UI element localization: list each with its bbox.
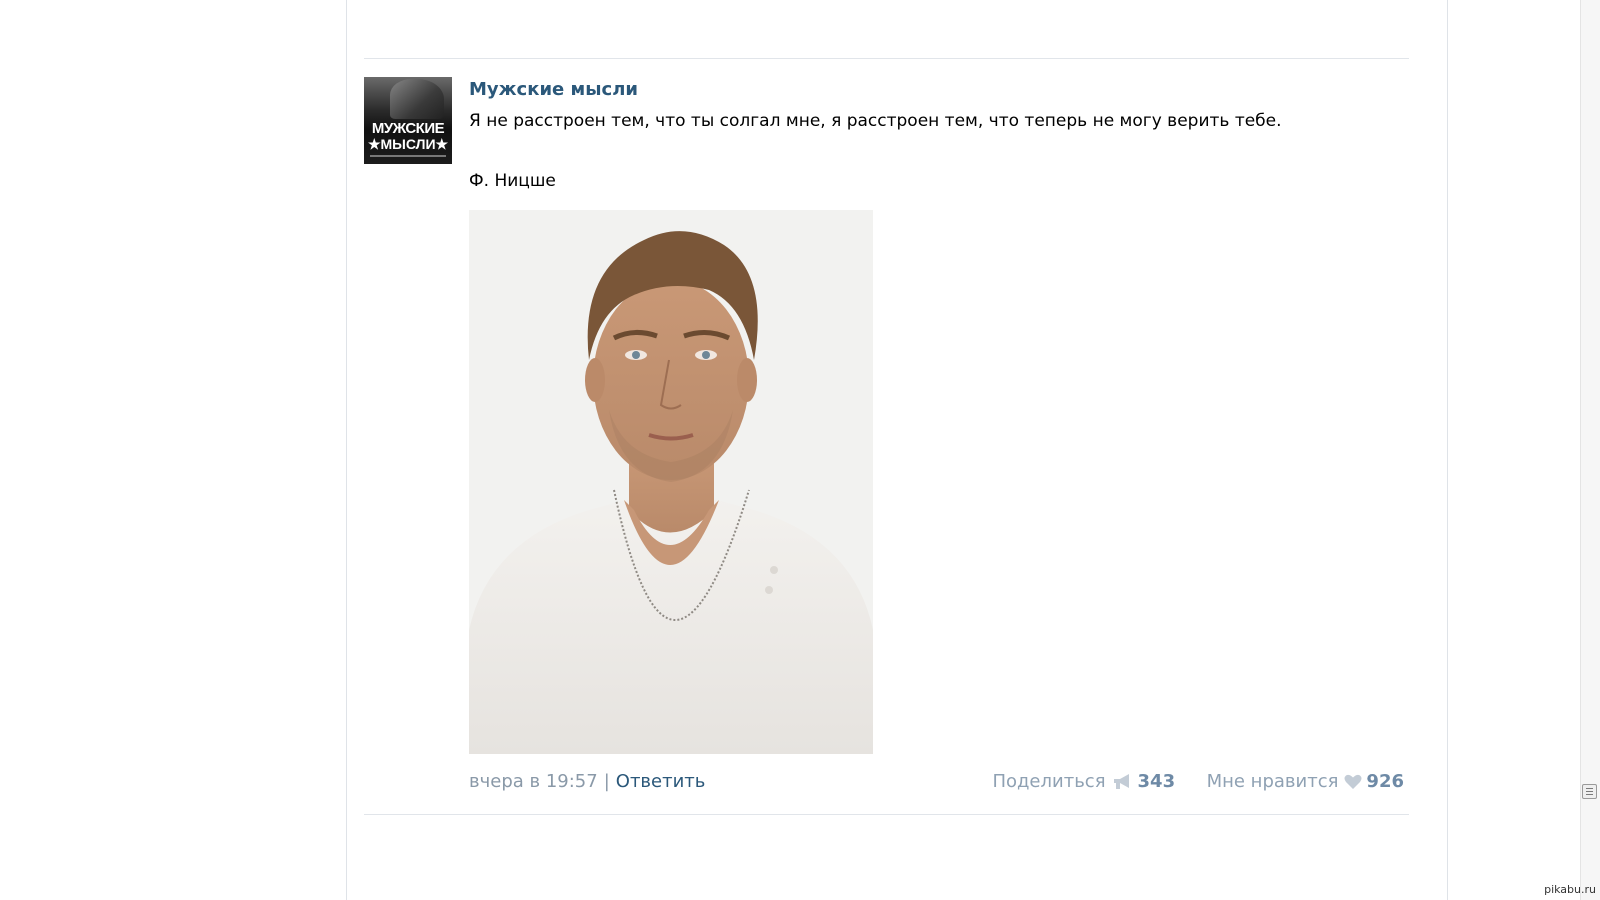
post-meta: вчера в 19:57 | Ответить: [469, 769, 705, 795]
group-avatar[interactable]: МУЖСКИЕ ★МЫСЛИ★: [364, 77, 452, 164]
post-actions: Поделиться 343 Мне нравится 926: [992, 769, 1404, 798]
watermark: pikabu.ru: [1544, 883, 1596, 896]
top-divider: [364, 58, 1409, 59]
avatar-decor-line: [370, 155, 446, 157]
post-text-line2: Ф. Ницше: [469, 171, 556, 191]
meta-separator: |: [603, 771, 610, 792]
post-photo[interactable]: [469, 210, 873, 754]
bottom-divider: [364, 814, 1409, 815]
scrollbar-thumb[interactable]: [1582, 784, 1597, 799]
share-button[interactable]: Поделиться 343: [992, 771, 1180, 792]
page: МУЖСКИЕ ★МЫСЛИ★ Мужские мысли Я не расст…: [0, 0, 1600, 900]
heart-icon: [1344, 772, 1362, 798]
share-count: 343: [1137, 771, 1176, 792]
reply-link[interactable]: Ответить: [616, 771, 706, 792]
group-name-link[interactable]: Мужские мысли: [469, 79, 1404, 101]
avatar-figure: [390, 79, 444, 119]
post-footer: вчера в 19:57 | Ответить Поделиться 343 Мне…: [469, 769, 1404, 795]
wall-column: МУЖСКИЕ ★МЫСЛИ★ Мужские мысли Я не расст…: [346, 0, 1448, 900]
megaphone-icon: [1112, 772, 1134, 798]
share-label: Поделиться: [992, 771, 1106, 792]
like-label: Мне нравится: [1206, 771, 1339, 792]
portrait-illustration: [469, 210, 873, 754]
avatar-text-line1: МУЖСКИЕ: [371, 120, 445, 137]
like-button[interactable]: Мне нравится 926: [1207, 771, 1404, 792]
like-count: 926: [1366, 771, 1404, 792]
post-body: Мужские мысли Я не расстроен тем, что ты…: [469, 77, 1404, 754]
vertical-scrollbar[interactable]: [1580, 0, 1600, 900]
post-date[interactable]: вчера в 19:57: [469, 771, 598, 792]
post-text: Я не расстроен тем, что ты солгал мне, я…: [469, 111, 1404, 191]
post-text-line1: Я не расстроен тем, что ты солгал мне, я…: [469, 111, 1282, 131]
avatar-text-line2: ★МЫСЛИ★: [367, 136, 449, 152]
